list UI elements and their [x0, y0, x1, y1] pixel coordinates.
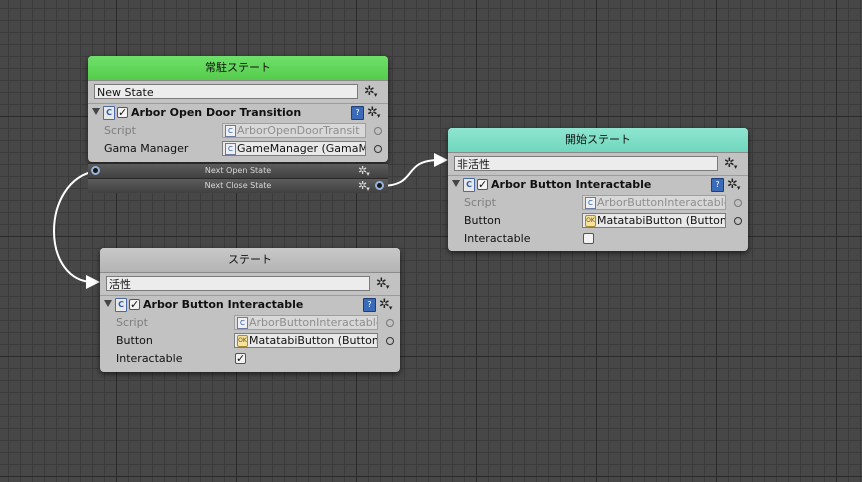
script-row: Script C ArborOpenDoorTransit: [88, 122, 388, 140]
foldout-triangle-icon[interactable]: [452, 180, 460, 187]
gear-icon[interactable]: ✲: [358, 179, 371, 194]
object-ok-icon: OK: [237, 335, 248, 347]
behaviour-enabled-checkbox[interactable]: ✓: [477, 179, 488, 190]
script-row: Script C ArborButtonInteractable: [448, 194, 748, 212]
script-icon: C: [103, 106, 115, 120]
state-name-input[interactable]: New State: [94, 84, 358, 99]
script-field[interactable]: C ArborButtonInteractable: [582, 195, 726, 210]
script-icon: C: [237, 317, 248, 329]
foldout-triangle-icon[interactable]: [92, 108, 100, 115]
interactable-label: Interactable: [464, 232, 531, 245]
behaviour-enabled-checkbox[interactable]: ✓: [129, 299, 140, 310]
manager-value: GameManager (GamaMa: [237, 142, 366, 155]
object-picker-icon[interactable]: [374, 127, 382, 135]
wire-arrow-state: [86, 275, 100, 289]
state-name-row: 非活性 ✲: [448, 153, 748, 176]
manager-label: Gama Manager: [104, 142, 189, 155]
gear-icon[interactable]: ✲: [364, 85, 378, 100]
script-icon: C: [463, 178, 475, 192]
help-book-icon[interactable]: ?: [351, 106, 364, 120]
script-row: Script C ArborButtonInteractable: [100, 314, 400, 332]
button-row: Button OK MatatabiButton (Button): [100, 332, 400, 350]
object-picker-icon[interactable]: [734, 199, 742, 207]
state-name-input[interactable]: 非活性: [454, 156, 718, 171]
resident-state-node[interactable]: 常駐ステート New State ✲ C ✓ Arbor Open Door T…: [88, 56, 388, 162]
interactable-row: Interactable ✓: [100, 350, 400, 368]
state-name-row: New State ✲: [88, 81, 388, 104]
gear-icon[interactable]: ✲: [379, 298, 393, 313]
script-label: Script: [104, 124, 136, 137]
script-icon: C: [115, 298, 127, 312]
object-picker-icon[interactable]: [386, 337, 394, 345]
interactable-label: Interactable: [116, 352, 183, 365]
gear-icon[interactable]: ✲: [358, 164, 371, 179]
gear-icon[interactable]: ✲: [376, 277, 390, 292]
transition-slot-left[interactable]: [91, 166, 100, 175]
interactable-checkbox[interactable]: ✓: [235, 353, 246, 364]
state-node[interactable]: ステート 活性 ✲ C ✓ Arbor Button Interactable …: [100, 248, 400, 372]
wire-arrow-start: [434, 153, 448, 167]
script-icon: C: [225, 143, 236, 155]
behaviour-title: Arbor Open Door Transition: [131, 106, 302, 119]
gear-icon[interactable]: ✲: [727, 178, 741, 193]
button-row: Button OK MatatabiButton (Button): [448, 212, 748, 230]
object-picker-icon[interactable]: [734, 217, 742, 225]
help-book-icon[interactable]: ?: [363, 298, 376, 312]
behaviour-header: C ✓ Arbor Open Door Transition ? ✲: [88, 104, 388, 122]
wire-next-close-to-start: [379, 159, 441, 187]
object-picker-icon[interactable]: [374, 145, 382, 153]
script-field[interactable]: C ArborButtonInteractable: [234, 315, 378, 330]
gear-icon[interactable]: ✲: [724, 157, 738, 172]
button-value: MatatabiButton (Button): [249, 334, 378, 347]
object-ok-icon: OK: [585, 215, 596, 227]
transition-label: Next Close State: [204, 181, 272, 190]
gear-icon[interactable]: ✲: [367, 106, 381, 121]
start-state-node[interactable]: 開始ステート 非活性 ✲ C ✓ Arbor Button Interactab…: [448, 128, 748, 251]
script-label: Script: [116, 316, 148, 329]
node-title[interactable]: 常駐ステート: [88, 56, 388, 81]
behaviour-title: Arbor Button Interactable: [491, 178, 652, 191]
help-book-icon[interactable]: ?: [711, 178, 724, 192]
script-field[interactable]: C ArborOpenDoorTransit: [222, 123, 366, 138]
node-title[interactable]: ステート: [100, 248, 400, 273]
script-icon: C: [585, 197, 596, 209]
node-title[interactable]: 開始ステート: [448, 128, 748, 153]
script-value: ArborButtonInteractable: [249, 316, 378, 329]
button-field[interactable]: OK MatatabiButton (Button): [234, 333, 378, 348]
script-icon: C: [225, 125, 236, 137]
transition-next-open-state[interactable]: Next Open State ✲: [88, 163, 388, 178]
button-field[interactable]: OK MatatabiButton (Button): [582, 213, 726, 228]
script-value: ArborOpenDoorTransit: [237, 124, 360, 137]
object-picker-icon[interactable]: [386, 319, 394, 327]
behaviour-header: C ✓ Arbor Button Interactable ? ✲: [448, 176, 748, 194]
foldout-triangle-icon[interactable]: [104, 300, 112, 307]
button-value: MatatabiButton (Button): [597, 214, 726, 227]
script-value: ArborButtonInteractable: [597, 196, 726, 209]
transition-label: Next Open State: [204, 166, 272, 175]
state-name-input[interactable]: 活性: [106, 276, 370, 291]
button-label: Button: [116, 334, 153, 347]
transition-slot-right[interactable]: [375, 181, 384, 190]
script-label: Script: [464, 196, 496, 209]
interactable-checkbox[interactable]: [583, 233, 594, 244]
state-name-row: 活性 ✲: [100, 273, 400, 296]
manager-field[interactable]: C GameManager (GamaMa: [222, 141, 366, 156]
behaviour-header: C ✓ Arbor Button Interactable ? ✲: [100, 296, 400, 314]
manager-row: Gama Manager C GameManager (GamaMa: [88, 140, 388, 158]
interactable-row: Interactable: [448, 230, 748, 248]
button-label: Button: [464, 214, 501, 227]
behaviour-enabled-checkbox[interactable]: ✓: [117, 107, 128, 118]
transition-next-close-state[interactable]: Next Close State ✲: [88, 178, 388, 193]
behaviour-title: Arbor Button Interactable: [143, 298, 304, 311]
